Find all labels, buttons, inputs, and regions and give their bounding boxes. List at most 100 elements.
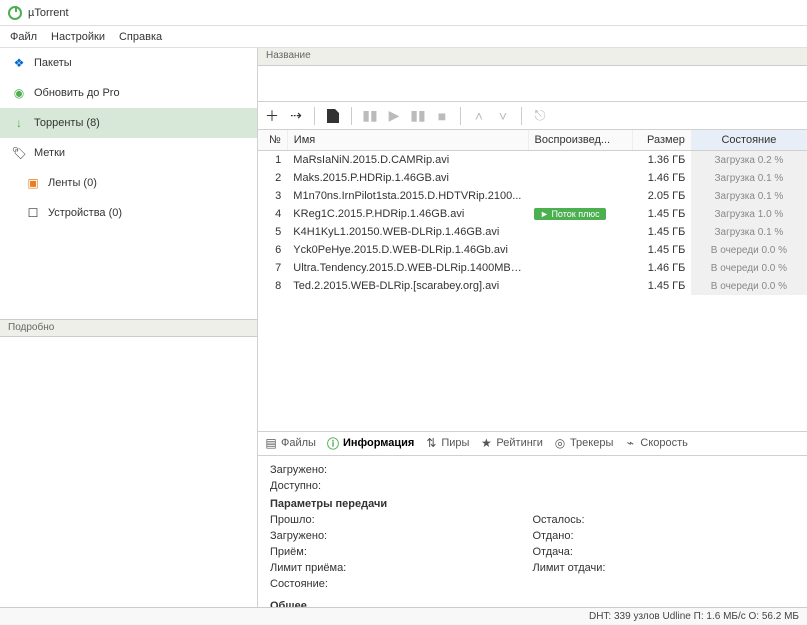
- detail-available: Доступно:: [270, 480, 795, 492]
- cell-num: 8: [258, 277, 287, 295]
- column-header-play[interactable]: Воспроизвед...: [528, 130, 633, 151]
- sidebar-lower-pane: [0, 337, 257, 608]
- cell-name: Maks.2015.P.HDRip.1.46GB.avi: [287, 169, 528, 187]
- move-down-button[interactable]: ˅: [493, 106, 513, 126]
- tab-ratings[interactable]: ★Рейтинги: [479, 436, 543, 450]
- cell-name: MaRsIaNiN.2015.D.CAMRip.avi: [287, 151, 528, 170]
- sidebar-item-feeds[interactable]: ▣ Ленты (0): [0, 168, 257, 198]
- cell-num: 7: [258, 259, 287, 277]
- table-row[interactable]: 4KReg1C.2015.P.HDRip.1.46GB.avi ► Поток п…: [258, 205, 807, 223]
- tab-info[interactable]: ⓘИнформация: [326, 436, 414, 450]
- toolbar-separator: [314, 107, 315, 125]
- column-header-size[interactable]: Размер: [633, 130, 692, 151]
- details-pane: Загружено: Доступно: Параметры передачи …: [258, 456, 807, 608]
- tag-icon: 🏷: [12, 146, 26, 160]
- play-badge[interactable]: ► Поток плюс: [534, 208, 606, 220]
- app-title: µTorrent: [28, 7, 69, 19]
- rss-icon: ▣: [26, 176, 40, 190]
- tab-peers[interactable]: ⇅Пиры: [424, 436, 469, 450]
- detail-elapsed: Прошло:: [270, 514, 533, 526]
- column-header-name[interactable]: Имя: [287, 130, 528, 151]
- create-torrent-button[interactable]: [323, 106, 343, 126]
- torrent-grid: № Имя Воспроизвед... Размер Состояние 1M…: [258, 130, 807, 295]
- cell-status: Загрузка 0.2 %: [691, 151, 806, 170]
- toolbar-separator: [521, 107, 522, 125]
- table-row[interactable]: 3M1n70ns.IrnPilot1sta.2015.D.HDTVRip.210…: [258, 187, 807, 205]
- toolbar: ＋ ⇢ ▮▮ ▶ ▮▮ ■ ˄ ˅ ⎋: [258, 102, 807, 130]
- statusbar-text: DHT: 339 узлов Udline П: 1.6 МБ/с О: 56.…: [589, 611, 799, 622]
- detail-rx: Приём:: [270, 546, 533, 558]
- sidebar-item-packages[interactable]: ❖ Пакеты: [0, 48, 257, 78]
- detail-tx: Отдача:: [533, 546, 796, 558]
- remote-button[interactable]: ⎋: [530, 106, 550, 126]
- table-row[interactable]: 5K4H1KyL1.20150.WEB-DLRip.1.46GB.avi1.45…: [258, 223, 807, 241]
- add-torrent-button[interactable]: ＋: [262, 106, 282, 126]
- cell-num: 4: [258, 205, 287, 223]
- cell-status: Загрузка 0.1 %: [691, 187, 806, 205]
- add-url-button[interactable]: ⇢: [286, 106, 306, 126]
- detail-section-transfer: Параметры передачи: [270, 498, 795, 510]
- sidebar-lower-header: Подробно: [0, 319, 257, 337]
- column-header-status[interactable]: Состояние: [691, 130, 806, 151]
- detail-downloaded: Загружено:: [270, 464, 795, 476]
- cell-status: В очереди 0.0 %: [691, 241, 806, 259]
- sidebar-item-label: Устройства (0): [48, 207, 122, 219]
- sidebar-item-devices[interactable]: ☐ Устройства (0): [0, 198, 257, 228]
- detail-dl: Загружено:: [270, 530, 533, 542]
- download-icon: ↓: [12, 116, 26, 130]
- cell-status: Загрузка 1.0 %: [691, 205, 806, 223]
- cell-size: 2.05 ГБ: [633, 187, 692, 205]
- tab-speed[interactable]: ⌁Скорость: [623, 436, 688, 450]
- info-icon: ⓘ: [326, 436, 340, 450]
- cell-play: [528, 169, 633, 187]
- pause-button[interactable]: ▮▮: [408, 106, 428, 126]
- cell-size: 1.46 ГБ: [633, 169, 692, 187]
- sidebar-item-upgrade[interactable]: ◉ Обновить до Pro: [0, 78, 257, 108]
- detail-remaining: Осталось:: [533, 514, 796, 526]
- app-logo-icon: [8, 6, 22, 20]
- menu-help[interactable]: Справка: [119, 31, 162, 43]
- menu-settings[interactable]: Настройки: [51, 31, 105, 43]
- cell-name: KReg1C.2015.P.HDRip.1.46GB.avi: [287, 205, 528, 223]
- menubar: Файл Настройки Справка: [0, 26, 807, 48]
- main-header: Название: [258, 48, 807, 66]
- detail-state: Состояние:: [270, 578, 533, 590]
- table-row[interactable]: 1MaRsIaNiN.2015.D.CAMRip.avi1.36 ГБЗагру…: [258, 151, 807, 170]
- sidebar-item-labels[interactable]: 🏷 Метки: [0, 138, 257, 168]
- sidebar-item-torrents[interactable]: ↓ Торренты (8): [0, 108, 257, 138]
- files-icon: ▤: [264, 436, 278, 450]
- detail-tabs: ▤Файлы ⓘИнформация ⇅Пиры ★Рейтинги ◎Трек…: [258, 432, 807, 456]
- stop-button[interactable]: ■: [432, 106, 452, 126]
- cell-play: [528, 187, 633, 205]
- cell-name: K4H1KyL1.20150.WEB-DLRip.1.46GB.avi: [287, 223, 528, 241]
- cell-status: В очереди 0.0 %: [691, 259, 806, 277]
- table-row[interactable]: 7Ultra.Tendency.2015.D.WEB-DLRip.1400MB.…: [258, 259, 807, 277]
- cell-play: [528, 151, 633, 170]
- menu-file[interactable]: Файл: [10, 31, 37, 43]
- cell-size: 1.45 ГБ: [633, 277, 692, 295]
- table-row[interactable]: 2Maks.2015.P.HDRip.1.46GB.avi1.46 ГБЗагр…: [258, 169, 807, 187]
- table-row[interactable]: 8Ted.2.2015.WEB-DLRip.[scarabey.org].avi…: [258, 277, 807, 295]
- cell-status: Загрузка 0.1 %: [691, 169, 806, 187]
- cell-name: Ultra.Tendency.2015.D.WEB-DLRip.1400MB.a…: [287, 259, 528, 277]
- toolbar-separator: [460, 107, 461, 125]
- detail-tx-limit: Лимит отдачи:: [533, 562, 796, 574]
- main-pane: Название ＋ ⇢ ▮▮ ▶ ▮▮ ■ ˄ ˅ ⎋ № Имя: [258, 48, 807, 607]
- package-icon: ❖: [12, 56, 26, 70]
- speed-icon: ⌁: [623, 436, 637, 450]
- start-button[interactable]: ▶: [384, 106, 404, 126]
- cell-play: ► Поток плюс: [528, 205, 633, 223]
- sidebar: ❖ Пакеты ◉ Обновить до Pro ↓ Торренты (8…: [0, 48, 258, 607]
- sidebar-item-label: Пакеты: [34, 57, 72, 69]
- cell-num: 3: [258, 187, 287, 205]
- column-header-num[interactable]: №: [258, 130, 287, 151]
- cell-play: [528, 259, 633, 277]
- move-up-button[interactable]: ˄: [469, 106, 489, 126]
- tab-files[interactable]: ▤Файлы: [264, 436, 316, 450]
- grid-spacer: [258, 295, 807, 432]
- table-row[interactable]: 6Yck0PeHye.2015.D.WEB-DLRip.1.46Gb.avi1.…: [258, 241, 807, 259]
- upgrade-icon: ◉: [12, 86, 26, 100]
- tab-trackers[interactable]: ◎Трекеры: [553, 436, 613, 450]
- sidebar-item-label: Метки: [34, 147, 65, 159]
- remove-button[interactable]: ▮▮: [360, 106, 380, 126]
